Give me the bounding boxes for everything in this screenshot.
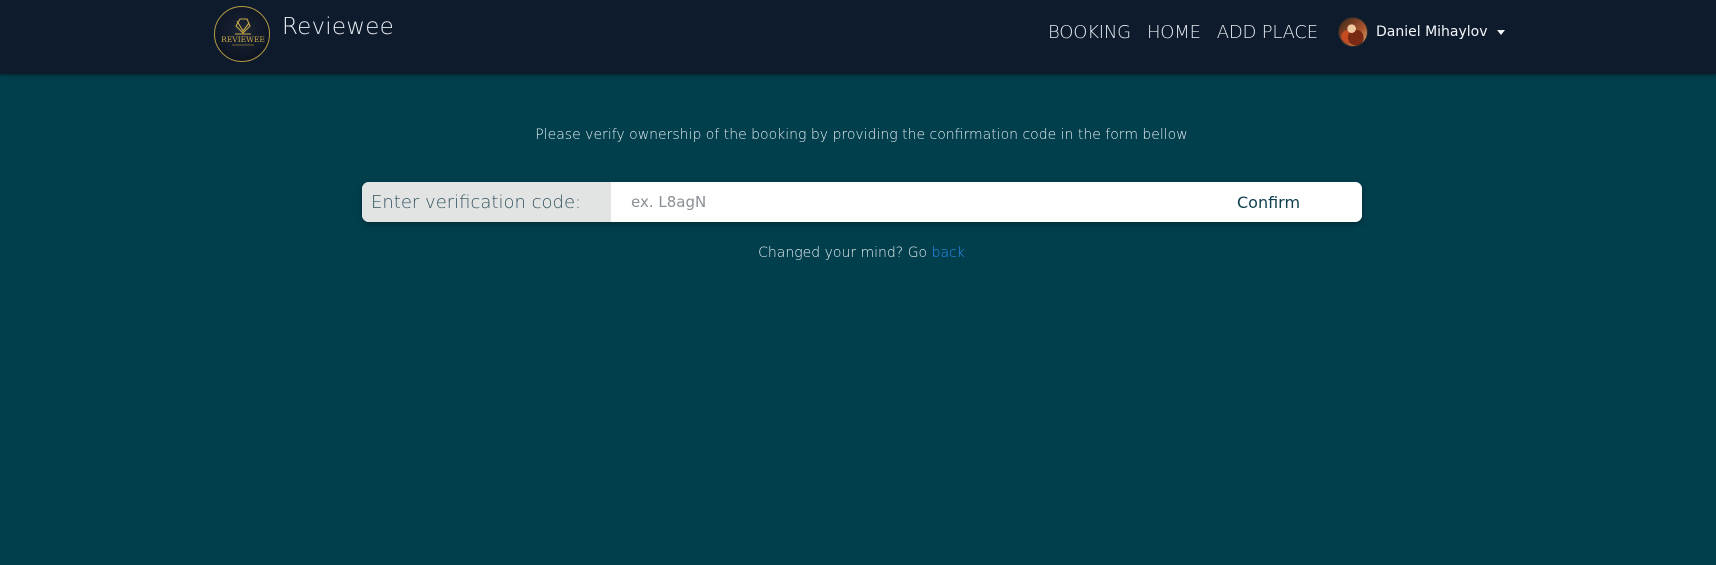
main-content: Please verify ownership of the booking b…: [0, 74, 1716, 565]
logo-wordmark: REVIEWEE: [221, 35, 265, 44]
go-back-line: Changed your mind? Go back: [0, 245, 1716, 261]
nav-link-booking[interactable]: BOOKING: [1040, 22, 1139, 43]
logo-emblem-icon: REVIEWEE: [221, 18, 265, 46]
verification-instructions: Please verify ownership of the booking b…: [535, 127, 1188, 143]
verification-code-label: Enter verification code:: [362, 182, 611, 222]
verification-form: Enter verification code: Confirm: [362, 182, 1362, 222]
back-link[interactable]: back: [932, 245, 965, 261]
user-name: Daniel Mihaylov: [1376, 24, 1488, 40]
go-back-prefix: Changed your mind? Go: [758, 245, 932, 261]
brand-link[interactable]: REVIEWEE Reviewee: [214, 6, 394, 62]
reviewee-logo: REVIEWEE: [214, 6, 270, 62]
confirm-button[interactable]: Confirm: [1237, 182, 1362, 222]
nav-link-home[interactable]: HOME: [1139, 22, 1209, 43]
brand-name: Reviewee: [282, 14, 394, 40]
nav-links: BOOKING HOME ADD PLACE: [1040, 22, 1326, 43]
avatar: [1338, 17, 1368, 47]
verification-code-input[interactable]: [611, 182, 1237, 222]
nav-link-add-place[interactable]: ADD PLACE: [1209, 22, 1326, 43]
navbar: REVIEWEE Reviewee BOOKING HOME ADD PLACE…: [0, 0, 1716, 74]
user-menu-toggle[interactable]: Daniel Mihaylov: [1338, 17, 1505, 47]
caret-down-icon: [1496, 29, 1505, 35]
